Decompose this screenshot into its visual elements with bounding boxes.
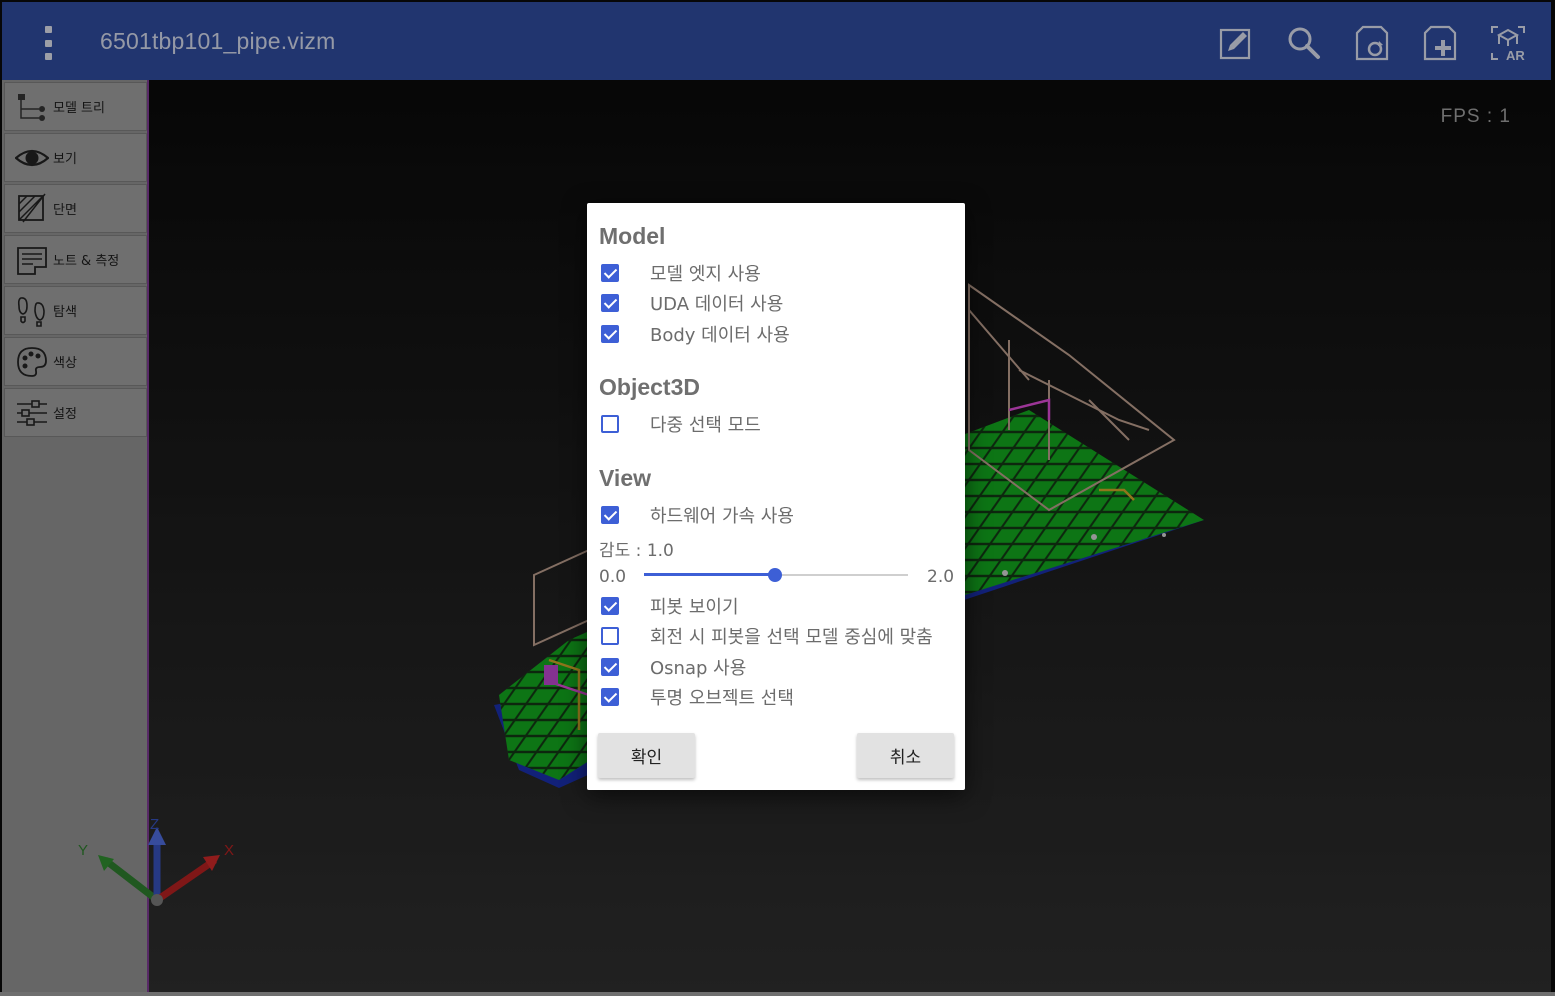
- checkbox[interactable]: [601, 294, 619, 312]
- sensitivity-slider-thumb[interactable]: [768, 568, 782, 582]
- option-label: 피봇 보이기: [650, 597, 739, 618]
- option-body-data[interactable]: Body 데이터 사용: [601, 321, 790, 347]
- settings-dialog: Model 모델 엣지 사용 UDA 데이터 사용 Body 데이터 사용 Ob…: [587, 203, 965, 790]
- checkbox[interactable]: [601, 627, 619, 645]
- checkbox[interactable]: [601, 597, 619, 615]
- option-multi-select[interactable]: 다중 선택 모드: [601, 411, 761, 437]
- section-title-view: View: [599, 465, 651, 491]
- option-osnap[interactable]: Osnap 사용: [601, 654, 746, 680]
- option-label: UDA 데이터 사용: [650, 294, 784, 315]
- checkbox[interactable]: [601, 658, 619, 676]
- option-label: 회전 시 피봇을 선택 모델 중심에 맞춤: [650, 627, 933, 648]
- option-label: 투명 오브젝트 선택: [650, 688, 794, 709]
- sensitivity-label: 감도 : 1.0: [599, 541, 674, 561]
- section-title-object3d: Object3D: [599, 374, 700, 400]
- checkbox[interactable]: [601, 415, 619, 433]
- option-pivot-center[interactable]: 회전 시 피봇을 선택 모델 중심에 맞춤: [601, 623, 933, 649]
- section-title-model: Model: [599, 223, 666, 249]
- slider-max-label: 2.0: [927, 567, 955, 587]
- option-uda-data[interactable]: UDA 데이터 사용: [601, 290, 783, 316]
- option-transparent-select[interactable]: 투명 오브젝트 선택: [601, 684, 794, 710]
- option-model-edge[interactable]: 모델 엣지 사용: [601, 260, 761, 286]
- cancel-button[interactable]: 취소: [857, 733, 954, 778]
- checkbox[interactable]: [601, 506, 619, 524]
- checkbox[interactable]: [601, 325, 619, 343]
- option-label: Osnap 사용: [650, 658, 747, 679]
- ok-button[interactable]: 확인: [598, 733, 695, 778]
- slider-min-label: 0.0: [599, 567, 627, 587]
- checkbox[interactable]: [601, 688, 619, 706]
- checkbox[interactable]: [601, 264, 619, 282]
- option-label: Body 데이터 사용: [650, 325, 790, 346]
- option-show-pivot[interactable]: 피봇 보이기: [601, 593, 739, 619]
- option-label: 다중 선택 모드: [650, 415, 761, 436]
- option-label: 하드웨어 가속 사용: [650, 506, 794, 527]
- sensitivity-slider-fill: [644, 573, 775, 576]
- option-label: 모델 엣지 사용: [650, 264, 761, 285]
- option-hw-accel[interactable]: 하드웨어 가속 사용: [601, 502, 794, 528]
